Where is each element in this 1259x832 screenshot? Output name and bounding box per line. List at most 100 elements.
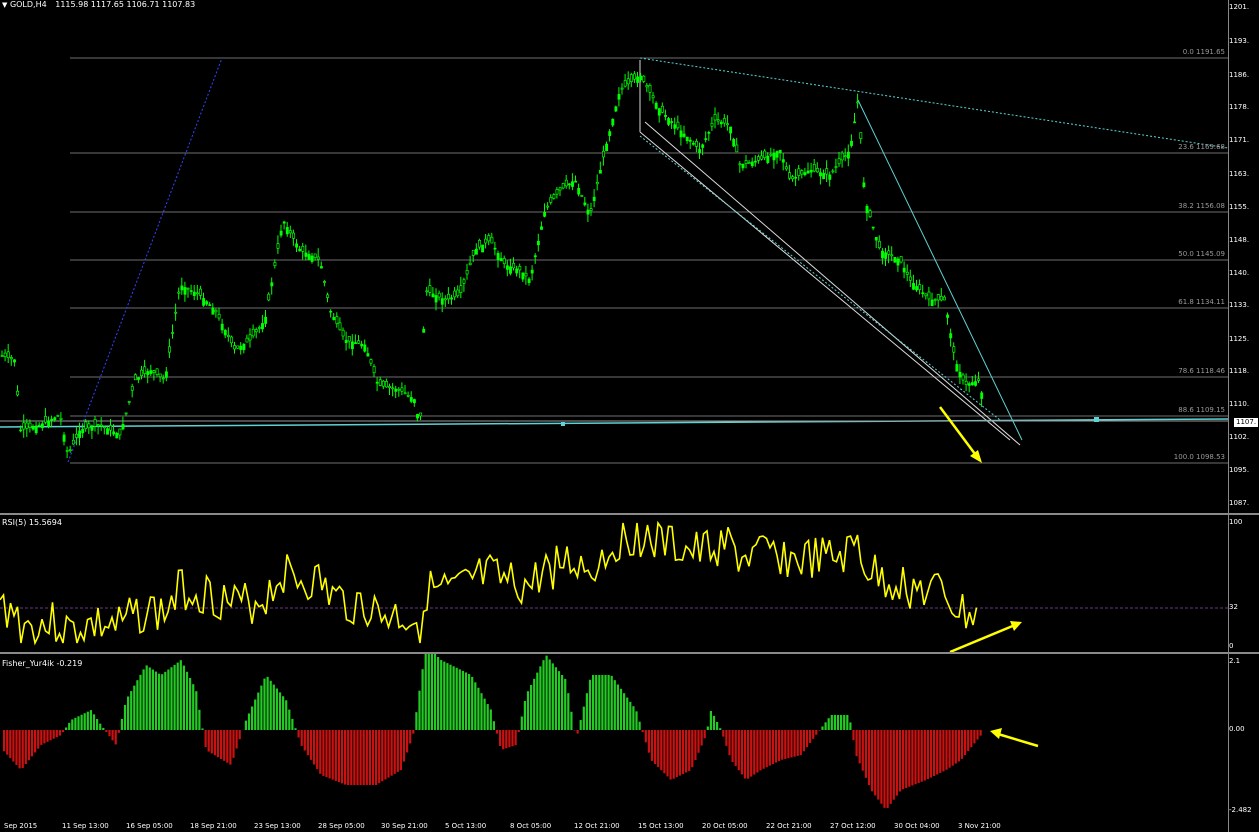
candle-body <box>171 332 175 334</box>
fisher-bar-positive <box>446 663 449 730</box>
candle-body <box>298 248 302 252</box>
annotation-arrow <box>997 732 1039 748</box>
price-chart-canvas[interactable] <box>0 0 1259 513</box>
fisher-bar-positive <box>452 666 455 730</box>
trend-line <box>857 99 1023 441</box>
time-axis-label: Sep 2015 <box>4 822 38 830</box>
fisher-bar-negative <box>322 730 325 776</box>
time-axis-label: 30 Sep 21:00 <box>381 822 428 830</box>
fisher-bar-positive <box>127 696 130 730</box>
fisher-bar-positive <box>179 660 182 730</box>
fisher-pane[interactable]: Fisher_Yur4ik -0.219 2.1 0.00 -2.482 <box>0 654 1259 820</box>
candle-body <box>540 226 543 230</box>
time-axis-label: 16 Sep 05:00 <box>126 822 173 830</box>
candle-body <box>406 394 410 397</box>
fibo-level-label: 0.0 1191.65 <box>1182 48 1225 56</box>
candle-body <box>217 313 221 319</box>
candle-body <box>261 323 264 330</box>
fisher-bar-positive <box>554 667 557 730</box>
fisher-bar-negative <box>30 730 34 757</box>
candle-body <box>660 105 664 113</box>
candle-body <box>316 256 320 260</box>
fisher-bar-negative <box>923 730 926 781</box>
fisher-bar-positive <box>830 715 833 730</box>
candle-body <box>288 230 292 234</box>
candle-body <box>307 254 311 260</box>
candle-body <box>199 288 202 296</box>
candle-body <box>651 95 655 99</box>
fisher-bar-negative <box>734 730 737 767</box>
candle-body <box>505 265 509 270</box>
fisher-bar-negative <box>505 730 508 749</box>
fisher-bar-negative <box>502 730 505 750</box>
fisher-bar-positive <box>843 715 846 730</box>
fisher-bar-positive <box>291 718 294 730</box>
candle-body <box>611 118 615 126</box>
fisher-bar-negative <box>347 730 350 785</box>
candle-body <box>868 210 872 218</box>
fisher-bar-positive <box>189 678 192 730</box>
fisher-bar-negative <box>979 730 982 736</box>
candle-body <box>977 378 981 381</box>
candle-body <box>459 285 463 293</box>
price-axis-label: 1110. <box>1229 400 1250 408</box>
fisher-bar-negative <box>697 730 700 753</box>
candle-body <box>16 390 20 396</box>
candle-body <box>71 439 75 445</box>
fisher-bar-positive <box>471 676 474 730</box>
time-axis-label: 20 Oct 05:00 <box>702 822 748 830</box>
fisher-bar-negative <box>945 730 948 770</box>
price-chart-pane[interactable]: ▼ GOLD,H4 1115.98 1117.65 1106.71 1107.8… <box>0 0 1259 513</box>
candle-body <box>778 149 782 154</box>
candle-body <box>363 344 367 352</box>
candle-body <box>251 328 255 337</box>
rsi-pane[interactable]: RSI(5) 15.5694 100 32 0 <box>0 515 1259 652</box>
fisher-bar-positive <box>632 706 635 730</box>
fisher-bar-negative <box>858 730 861 764</box>
fisher-bar-negative <box>784 730 787 759</box>
fisher-bar-negative <box>936 730 939 775</box>
candle-body <box>605 143 609 152</box>
fisher-bar-positive <box>480 693 483 730</box>
fisher-bar-positive <box>443 661 446 730</box>
fisher-bar-positive <box>415 712 418 730</box>
fisher-bar-positive <box>477 687 480 730</box>
rsi-level-32: 32 <box>1229 603 1238 611</box>
candle-body <box>168 346 171 353</box>
candle-body <box>378 379 382 386</box>
fisher-bar-positive <box>92 714 96 730</box>
candle-body <box>856 101 860 104</box>
candle-body <box>487 235 491 242</box>
candle-body <box>233 345 237 350</box>
candle-body <box>673 124 677 129</box>
candle-body <box>121 424 125 430</box>
fisher-bar-negative <box>818 730 821 731</box>
candle-body <box>28 422 32 428</box>
candle-body <box>416 414 419 419</box>
candle-body <box>815 168 819 173</box>
candle-body <box>149 370 153 374</box>
candle-body <box>595 182 599 185</box>
triangle-down-icon[interactable]: ▼ <box>2 1 7 9</box>
candle-body <box>698 149 702 153</box>
fisher-bar-negative <box>951 730 954 766</box>
candle-body <box>87 423 91 429</box>
fisher-bar-positive <box>269 680 272 730</box>
fisher-bar-positive <box>257 692 260 730</box>
fisher-bar-negative <box>303 730 306 751</box>
candle-body <box>936 294 940 301</box>
price-axis-label: 1163. <box>1229 170 1250 178</box>
rsi-title: RSI(5) 15.5694 <box>2 518 62 527</box>
candle-body <box>571 181 574 187</box>
fisher-bar-negative <box>886 730 889 808</box>
candle-body <box>447 293 450 300</box>
price-axis-label: 1201. <box>1229 3 1250 11</box>
fisher-canvas <box>3 654 1039 808</box>
fisher-bar-negative <box>917 730 920 783</box>
candle-body <box>422 328 426 333</box>
fisher-bar-positive <box>610 675 613 730</box>
fisher-bar-positive <box>145 665 148 730</box>
candle-body <box>757 156 760 161</box>
fisher-bar-negative <box>666 730 669 777</box>
candle-body <box>822 173 826 180</box>
